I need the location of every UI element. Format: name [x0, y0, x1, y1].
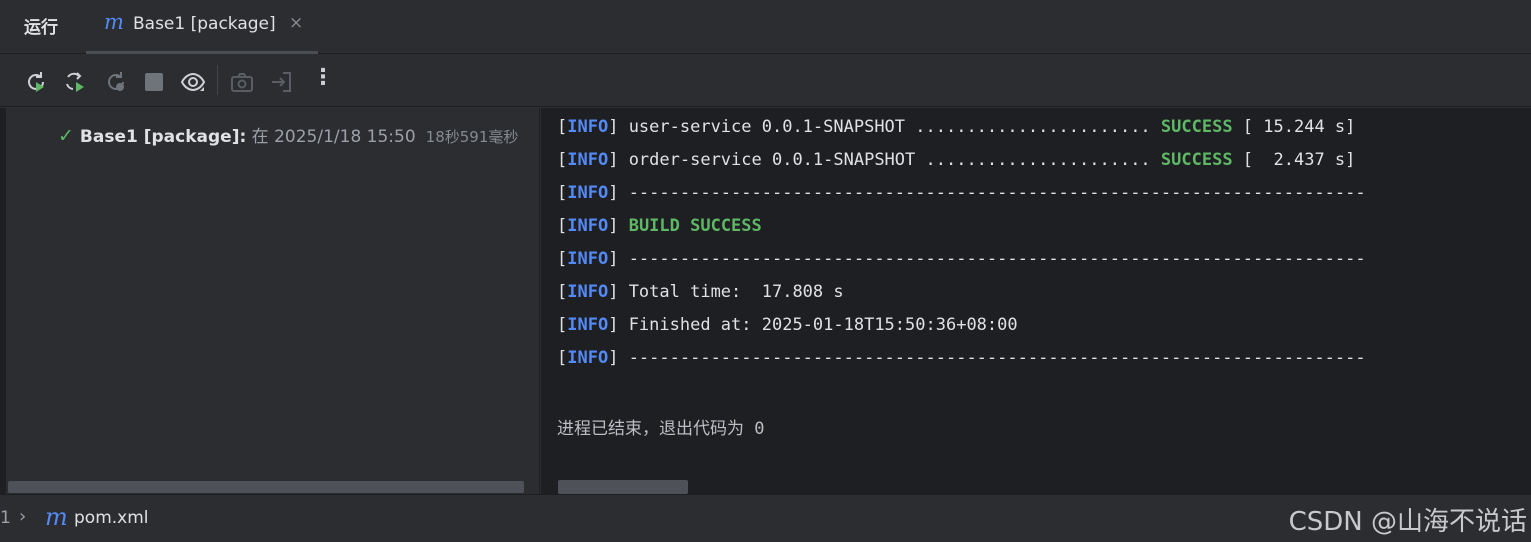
console-line: [INFO] Total time: 17.808 s — [557, 282, 844, 302]
stop-icon[interactable] — [141, 69, 167, 95]
tree-item-date: 在 2025/1/18 15:50 — [246, 127, 416, 147]
close-icon[interactable]: × — [289, 13, 303, 33]
watermark: CSDN @山海不说话 — [1288, 507, 1527, 537]
tab-base1-package[interactable]: m Base1 [package] × — [86, 0, 318, 54]
maven-file-icon: m — [45, 503, 68, 531]
rerun-failed-icon[interactable] — [62, 69, 88, 95]
status-bar: 1 › m pom.xml CSDN @山海不说话 — [0, 494, 1531, 542]
console-output[interactable]: [INFO] user-service 0.0.1-SNAPSHOT .....… — [541, 108, 1531, 494]
rerun-modified-icon[interactable] — [103, 69, 129, 95]
panel-title[interactable]: 运行 — [24, 13, 58, 38]
tree-left-edge — [0, 108, 6, 494]
console-line: [INFO] Finished at: 2025-01-18T15:50:36+… — [557, 315, 1018, 335]
breadcrumb-number: 1 — [0, 508, 11, 528]
console-line: [INFO] ---------------------------------… — [557, 348, 1366, 368]
run-toolbar: ⋮ — [0, 55, 1531, 107]
rerun-icon[interactable] — [23, 69, 49, 95]
tree-item-title: Base1 [package]: — [79, 127, 247, 147]
maven-icon: m — [104, 10, 124, 34]
run-tree-panel: ✓ Base1 [package]: 在 2025/1/18 15:50 18秒59… — [0, 108, 540, 494]
console-horizontal-scrollbar[interactable] — [558, 480, 688, 494]
tool-window-header: 运行 m Base1 [package] × — [0, 0, 1531, 54]
breadcrumb-file[interactable]: pom.xml — [74, 508, 149, 528]
console-line: [INFO] user-service 0.0.1-SNAPSHOT .....… — [557, 117, 1356, 137]
tree-item-base1-package[interactable]: ✓ Base1 [package]: 在 2025/1/18 15:50 18秒59… — [58, 122, 518, 147]
console-line: [INFO] ---------------------------------… — [557, 183, 1366, 203]
tab-label: Base1 [package] — [133, 14, 276, 34]
chevron-right-icon: › — [19, 506, 27, 527]
toolbar-separator — [217, 65, 218, 95]
tree-horizontal-scrollbar[interactable] — [8, 481, 524, 493]
tree-item-duration: 18秒591毫秒 — [425, 128, 519, 146]
exit-message: 进程已结束，退出代码为 0 — [557, 419, 765, 439]
check-icon: ✓ — [58, 125, 74, 147]
exit-icon[interactable] — [269, 69, 295, 95]
console-line: [INFO] ---------------------------------… — [557, 249, 1366, 269]
more-icon[interactable]: ⋮ — [310, 65, 336, 91]
eye-icon[interactable] — [180, 69, 206, 95]
console-line: [INFO] order-service 0.0.1-SNAPSHOT ....… — [557, 150, 1356, 170]
camera-icon[interactable] — [229, 69, 255, 95]
console-line: [INFO] BUILD SUCCESS — [557, 216, 762, 236]
